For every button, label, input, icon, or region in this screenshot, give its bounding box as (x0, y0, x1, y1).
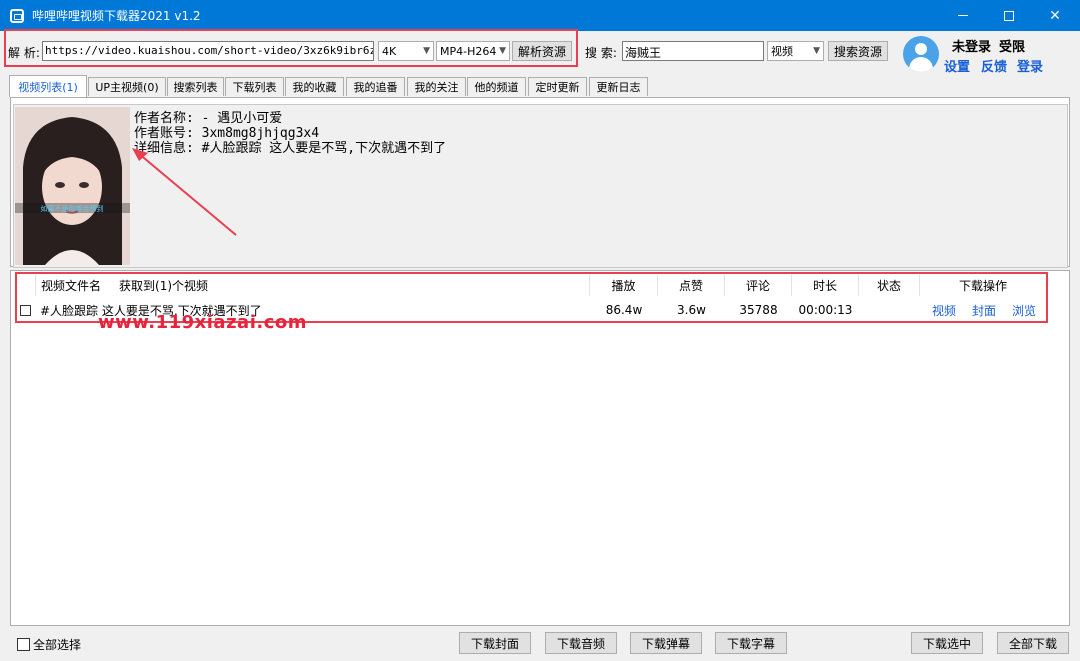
tab-his-channel[interactable]: 他的频道 (467, 77, 526, 96)
login-status: 未登录 (952, 40, 992, 55)
app-icon (10, 8, 24, 23)
limit-status: 受限 (999, 40, 1026, 55)
maximize-icon (1004, 10, 1014, 21)
download-audio-button[interactable]: 下载音频 (545, 632, 617, 654)
search-type-select[interactable]: 视频 ▼ (767, 41, 824, 61)
avatar-icon[interactable] (903, 36, 939, 72)
tab-favorites[interactable]: 我的收藏 (285, 77, 344, 96)
tab-video-list[interactable]: 视频列表(1) (9, 75, 87, 97)
video-thumbnail: 如果不是你哪会想到 (15, 107, 130, 265)
close-button[interactable]: ✕ (1032, 0, 1078, 31)
checkbox-icon (17, 638, 30, 651)
download-subtitle-button[interactable]: 下载字幕 (715, 632, 787, 654)
maximize-button[interactable] (986, 0, 1032, 31)
select-all-checkbox[interactable]: 全部选择 (17, 636, 81, 653)
title-bar: 哔哩哔哩视频下载器2021 v1.2 (0, 0, 1080, 31)
search-type-value: 视频 (771, 45, 793, 58)
download-all-button[interactable]: 全部下载 (997, 632, 1069, 654)
minimize-button[interactable] (940, 0, 986, 31)
minimize-icon (958, 15, 968, 16)
search-button[interactable]: 搜索资源 (828, 41, 888, 61)
search-label: 搜 索: (585, 46, 617, 60)
tab-download-list[interactable]: 下载列表 (225, 77, 284, 96)
download-selected-button[interactable]: 下载选中 (911, 632, 983, 654)
search-input[interactable]: 海贼王 (622, 41, 764, 61)
tab-scheduled-update[interactable]: 定时更新 (528, 77, 587, 96)
close-icon: ✕ (1049, 7, 1061, 24)
annotation-arrow-icon (132, 148, 237, 236)
tab-following-anime[interactable]: 我的追番 (346, 77, 405, 96)
download-danmaku-button[interactable]: 下载弹幕 (630, 632, 702, 654)
highlight-box-parse (4, 29, 578, 67)
window-title: 哔哩哔哩视频下载器2021 v1.2 (32, 9, 201, 23)
login-link[interactable]: 登录 (1017, 56, 1043, 75)
thumbnail-image: 如果不是你哪会想到 (15, 107, 130, 265)
select-all-label: 全部选择 (33, 638, 82, 652)
thumbnail-caption: 如果不是你哪会想到 (41, 204, 104, 213)
settings-link[interactable]: 设置 (944, 56, 970, 75)
tab-following[interactable]: 我的关注 (407, 77, 466, 96)
chevron-down-icon: ▼ (813, 46, 820, 56)
tab-changelog[interactable]: 更新日志 (589, 77, 648, 96)
feedback-link[interactable]: 反馈 (981, 56, 1007, 75)
watermark-text: www.119xiazai.com (98, 312, 307, 333)
download-cover-button[interactable]: 下载封面 (459, 632, 531, 654)
tab-search-list[interactable]: 搜索列表 (167, 77, 224, 96)
tab-up-videos[interactable]: UP主视频(0) (88, 77, 166, 96)
